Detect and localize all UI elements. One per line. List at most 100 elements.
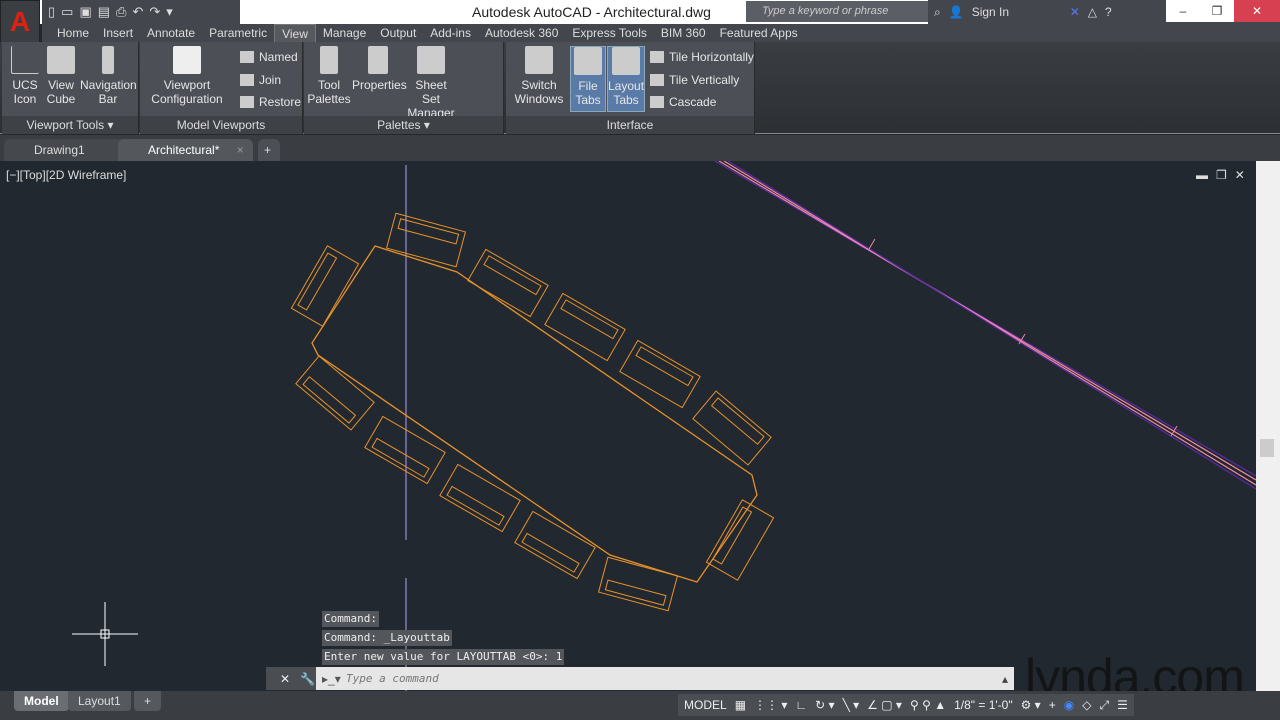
help-icon[interactable]: ? <box>1105 5 1112 19</box>
chair[interactable] <box>693 391 771 465</box>
cascade-button[interactable]: Cascade <box>650 95 716 109</box>
sheet-set-manager-button[interactable]: Sheet Set Manager <box>406 46 456 120</box>
ribbon-tab-home[interactable]: Home <box>50 24 96 42</box>
restore-icon[interactable]: ❐ <box>1216 168 1227 182</box>
new-layout-button[interactable]: + <box>134 691 161 711</box>
file-tab-architectural[interactable]: Architectural* × <box>118 139 253 161</box>
chair[interactable] <box>387 213 466 266</box>
ribbon-tab-view[interactable]: View <box>274 24 316 42</box>
hardware-acceleration-icon[interactable]: ◉ <box>1064 698 1074 712</box>
ucs-icon-button[interactable]: UCS Icon <box>8 46 42 106</box>
chair-part <box>712 398 764 444</box>
chair[interactable] <box>620 340 700 407</box>
layout-tab-model[interactable]: Model <box>14 691 69 711</box>
quick-access-toolbar: ▯ ▭ ▣ ▤ ⎙ ↶ ↷ ▾ <box>42 0 240 24</box>
ribbon-tab-parametric[interactable]: Parametric <box>202 24 274 42</box>
chair-part <box>693 391 771 465</box>
fullscreen-icon[interactable]: ⤢ <box>1099 698 1109 713</box>
minimize-button[interactable]: – <box>1166 0 1200 22</box>
panel-title[interactable]: Palettes ▾ <box>304 116 503 134</box>
file-tabs-icon <box>574 47 602 75</box>
isolate-objects-icon[interactable]: ◇ <box>1082 698 1091 712</box>
chair-part <box>522 533 579 572</box>
history-toggle-icon[interactable]: ▴ <box>1002 672 1014 686</box>
ribbon-tab-manage[interactable]: Manage <box>316 24 373 42</box>
chair[interactable] <box>440 464 520 531</box>
autodesk-icon[interactable]: △ <box>1088 5 1097 19</box>
ribbon-tab-output[interactable]: Output <box>373 24 423 42</box>
new-icon[interactable]: ▯ <box>48 4 55 20</box>
save-icon[interactable]: ▣ <box>79 4 91 20</box>
saveas-icon[interactable]: ▤ <box>98 4 110 20</box>
close-icon[interactable]: ✕ <box>1235 168 1245 182</box>
binoculars-icon[interactable]: ⌕ <box>934 5 941 20</box>
ortho-icon[interactable]: ∟ <box>795 698 807 712</box>
undo-icon[interactable]: ↶ <box>132 4 143 20</box>
customize-dropdown-icon[interactable]: ▾ <box>166 4 173 20</box>
vertical-scrollbar[interactable] <box>1256 161 1280 691</box>
drawing-canvas[interactable] <box>0 161 1256 691</box>
polar-icon[interactable]: ↻ ▾ <box>815 698 834 712</box>
command-prompt-icon[interactable]: ▸_▾ <box>322 672 341 686</box>
plot-icon[interactable]: ⎙ <box>116 4 126 20</box>
scroll-thumb[interactable] <box>1260 439 1274 457</box>
sign-in-button[interactable]: Sign In <box>972 5 1062 19</box>
wall-tick <box>869 239 875 249</box>
ribbon-tab-bim-360[interactable]: BIM 360 <box>654 24 713 42</box>
chair[interactable] <box>515 511 595 578</box>
plus-icon[interactable]: + <box>1049 698 1056 712</box>
osnap-icon[interactable]: ∠ ▢ ▾ <box>867 698 902 712</box>
tile-vertically-icon <box>650 74 664 86</box>
minimize-icon[interactable]: ▬ <box>1196 168 1208 182</box>
file-tabs-button[interactable]: File Tabs <box>570 46 606 112</box>
file-tabs-bar: Drawing1 Architectural* × + <box>0 135 1280 161</box>
chair[interactable] <box>365 416 445 483</box>
ribbon-tab-annotate[interactable]: Annotate <box>140 24 202 42</box>
model-space-button[interactable]: MODEL <box>684 698 727 712</box>
join-button[interactable]: Join <box>240 73 281 87</box>
ribbon-tab-autodesk-360[interactable]: Autodesk 360 <box>478 24 565 42</box>
new-tab-button[interactable]: + <box>258 139 280 161</box>
ribbon-tab-insert[interactable]: Insert <box>96 24 140 42</box>
redo-icon[interactable]: ↷ <box>149 4 160 20</box>
annotation-visibility-icon[interactable]: ⚲ ⚲ ▲ <box>910 698 946 712</box>
close-button[interactable]: ✕ <box>1234 0 1280 22</box>
isodraft-icon[interactable]: ╲ ▾ <box>843 698 860 712</box>
exchange-icon[interactable]: ✕ <box>1070 5 1080 19</box>
navigation-bar-button[interactable]: Navigation Bar <box>80 46 136 106</box>
wrench-icon[interactable]: 🔧 <box>300 672 315 686</box>
chair[interactable] <box>545 293 625 360</box>
workspace-gear-icon[interactable]: ⚙ ▾ <box>1021 698 1041 712</box>
view-cube-button[interactable]: View Cube <box>44 46 78 106</box>
viewport-controls-label[interactable]: [−][Top][2D Wireframe] <box>6 168 126 182</box>
layout-tab-layout1[interactable]: Layout1 <box>68 691 131 711</box>
ribbon-tab-add-ins[interactable]: Add-ins <box>423 24 478 42</box>
tile-horizontally-button[interactable]: Tile Horizontally <box>650 50 754 64</box>
application-menu-button[interactable]: A <box>0 0 40 46</box>
annotation-scale-button[interactable]: 1/8" = 1'-0" <box>954 698 1013 712</box>
maximize-button[interactable]: ❐ <box>1200 0 1234 22</box>
search-input[interactable]: Type a keyword or phrase <box>746 1 928 22</box>
layout-tabs-button[interactable]: Layout Tabs <box>607 46 645 112</box>
viewport-configuration-button[interactable]: Viewport Configuration <box>146 46 228 106</box>
restore-button[interactable]: Restore <box>240 95 301 109</box>
close-tab-icon[interactable]: × <box>237 143 244 157</box>
tool-palettes-button[interactable]: Tool Palettes <box>306 46 352 106</box>
named-button[interactable]: Named <box>240 50 298 64</box>
open-icon[interactable]: ▭ <box>61 4 73 20</box>
panel-title[interactable]: Viewport Tools ▾ <box>2 116 138 134</box>
grid-icon[interactable]: ▦ <box>735 698 746 712</box>
properties-button[interactable]: Properties <box>352 46 404 92</box>
snap-icon[interactable]: ⋮⋮ ▾ <box>754 698 787 712</box>
chair[interactable] <box>599 557 678 610</box>
command-input[interactable] <box>316 667 1002 690</box>
ribbon-tab-featured-apps[interactable]: Featured Apps <box>713 24 805 42</box>
ribbon-tab-express-tools[interactable]: Express Tools <box>565 24 653 42</box>
chair[interactable] <box>706 500 773 580</box>
chair-part <box>636 347 693 386</box>
close-icon[interactable]: ✕ <box>280 672 290 686</box>
switch-windows-button[interactable]: Switch Windows <box>512 46 566 106</box>
customize-menu-icon[interactable]: ☰ <box>1117 698 1128 712</box>
tile-vertically-button[interactable]: Tile Vertically <box>650 73 739 87</box>
file-tab-drawing1[interactable]: Drawing1 <box>4 139 136 161</box>
